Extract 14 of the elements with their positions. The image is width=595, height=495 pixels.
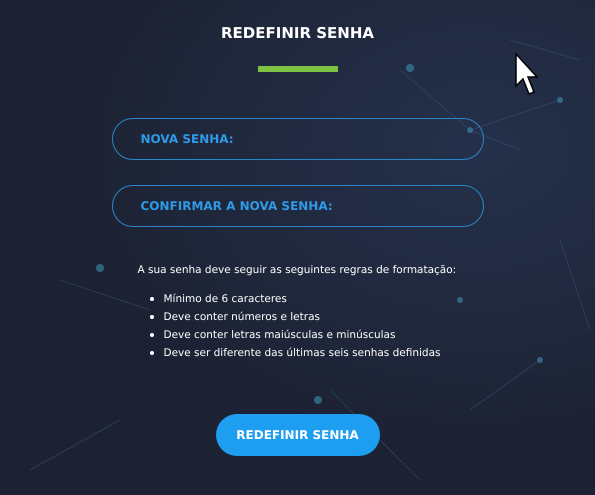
rule-text: Deve conter números e letras: [164, 311, 320, 323]
password-field[interactable]: CONFIRMAR A NOVA SENHA:: [112, 185, 484, 227]
rule-text: Deve conter letras maiúsculas e minúsculas: [164, 329, 396, 341]
password-field[interactable]: NOVA SENHA:: [112, 118, 484, 160]
reset-password-button[interactable]: REDEFINIR SENHA: [216, 414, 380, 456]
bullet-icon: [150, 351, 154, 355]
rule-text: Deve ser diferente das últimas seis senhas definidas: [164, 347, 440, 359]
rule-text: Mínimo de 6 caracteres: [164, 293, 287, 305]
page-title: REDEFINIR SENHA: [221, 24, 374, 42]
bullet-icon: [150, 333, 154, 337]
rules-intro: A sua senha deve seguir as seguintes regras de formatação:: [138, 264, 458, 276]
cursor-icon: [514, 52, 538, 96]
bullet-icon: [150, 297, 154, 301]
bullet-icon: [150, 315, 154, 319]
